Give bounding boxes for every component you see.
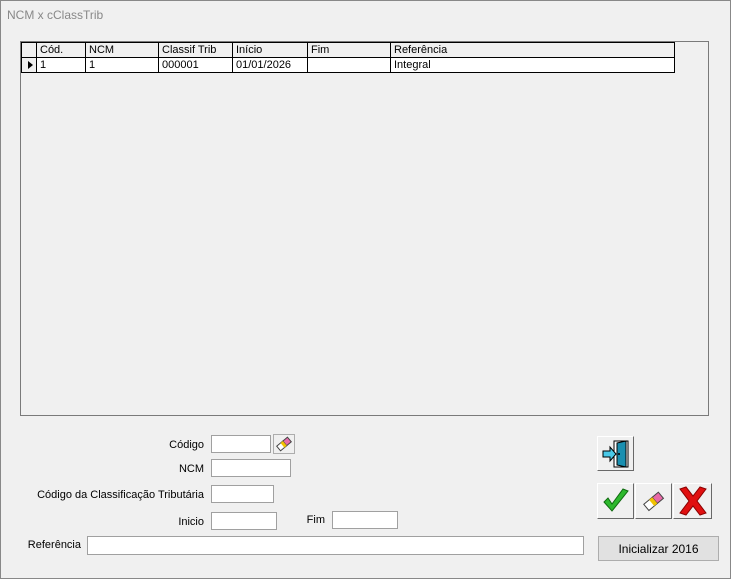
- records-grid[interactable]: Cód. NCM Classif Trib Início Fim Referên…: [20, 41, 709, 416]
- codigo-field[interactable]: [211, 435, 271, 453]
- inicio-field[interactable]: [211, 512, 277, 530]
- col-header-inicio[interactable]: Início: [232, 42, 308, 58]
- cell-ncm[interactable]: 1: [85, 57, 159, 73]
- inicializar-2016-button[interactable]: Inicializar 2016: [598, 536, 719, 561]
- exit-button[interactable]: [597, 436, 634, 471]
- codigo-label: Código: [169, 439, 204, 451]
- cancel-button[interactable]: [673, 483, 712, 519]
- eraser-icon: [276, 436, 292, 452]
- eraser-icon: [642, 491, 664, 512]
- col-header-ncm[interactable]: NCM: [85, 42, 159, 58]
- main-window: NCM x cClassTrib Cód. NCM Classif Trib I…: [0, 0, 731, 579]
- cell-referencia[interactable]: Integral: [390, 57, 675, 73]
- current-row-arrow-icon: [28, 61, 33, 69]
- referencia-label: Referência: [27, 539, 81, 551]
- cell-inicio[interactable]: 01/01/2026: [232, 57, 308, 73]
- inicio-label: Inicio: [178, 516, 204, 528]
- confirm-button[interactable]: [597, 483, 634, 519]
- referencia-field[interactable]: [87, 536, 584, 555]
- red-x-icon: [678, 486, 707, 516]
- col-header-referencia[interactable]: Referência: [390, 42, 675, 58]
- ncm-label: NCM: [178, 463, 204, 475]
- col-header-cod[interactable]: Cód.: [36, 42, 86, 58]
- clear-button[interactable]: [635, 483, 672, 519]
- classif-trib-field[interactable]: [211, 485, 274, 503]
- green-check-icon: [602, 488, 629, 512]
- exit-door-icon: [602, 439, 628, 468]
- window-title: NCM x cClassTrib: [7, 8, 104, 22]
- inicializar-button-label: Inicializar 2016: [618, 541, 699, 556]
- ncm-field[interactable]: [211, 459, 291, 477]
- cell-fim[interactable]: [307, 57, 391, 73]
- fim-label: Fim: [306, 514, 325, 526]
- row-indicator: [21, 57, 37, 73]
- col-header-fim[interactable]: Fim: [307, 42, 391, 58]
- cell-classif[interactable]: 000001: [158, 57, 233, 73]
- title-bar: NCM x cClassTrib: [1, 1, 730, 31]
- classif-trib-label: Código da Classificação Tributária: [37, 489, 204, 501]
- grid-table: Cód. NCM Classif Trib Início Fim Referên…: [21, 42, 675, 73]
- table-row[interactable]: 1 1 000001 01/01/2026 Integral: [21, 57, 675, 73]
- fim-field[interactable]: [332, 511, 398, 529]
- clear-codigo-button[interactable]: [273, 434, 295, 454]
- col-header-classif[interactable]: Classif Trib: [158, 42, 233, 58]
- cell-cod[interactable]: 1: [36, 57, 86, 73]
- grid-header-row: Cód. NCM Classif Trib Início Fim Referên…: [21, 42, 675, 58]
- grid-indicator-header: [21, 42, 37, 58]
